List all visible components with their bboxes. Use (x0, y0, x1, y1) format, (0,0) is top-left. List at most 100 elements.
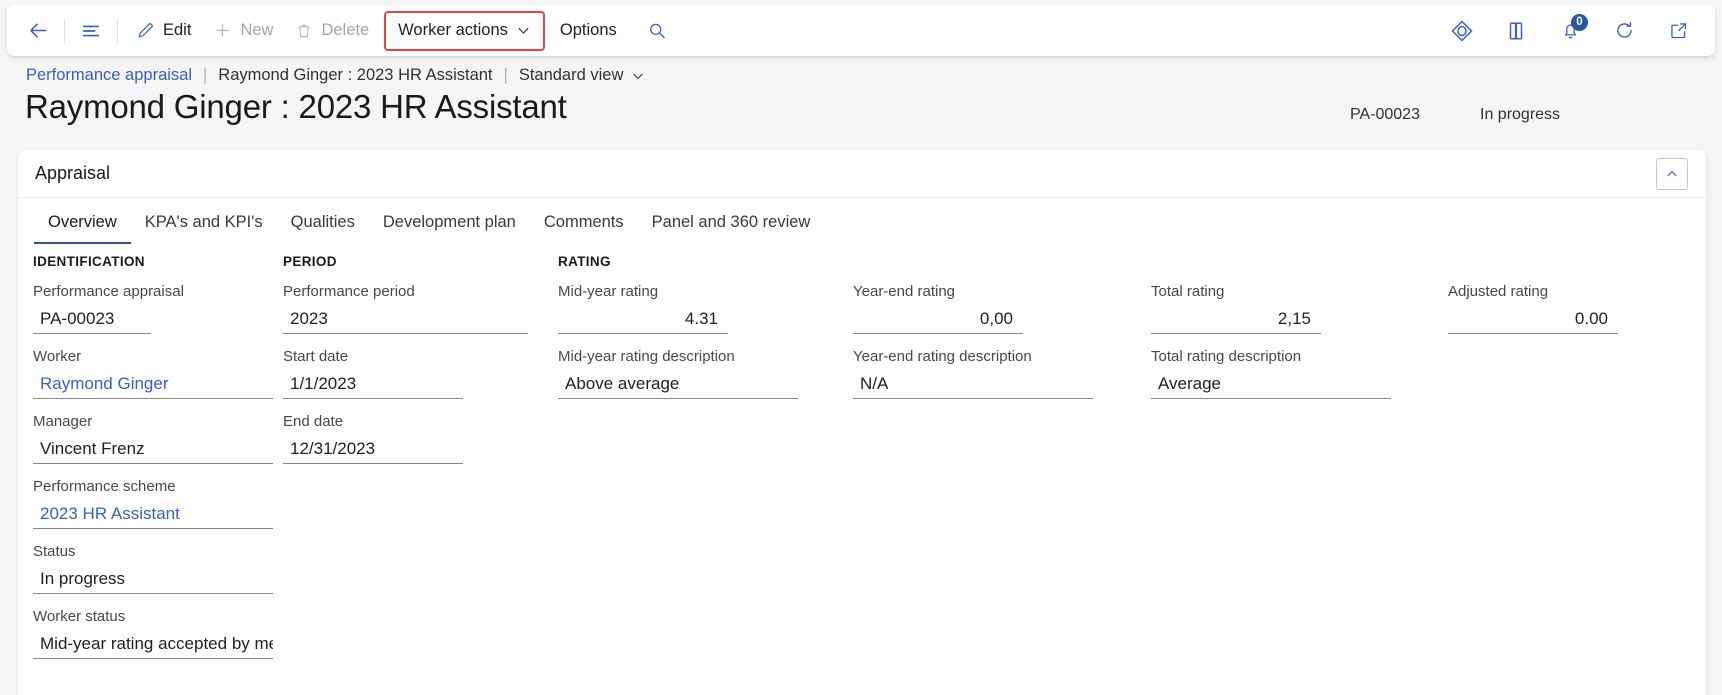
field-mid-year-rating: Mid-year rating 4.31 (558, 283, 728, 334)
delete-button[interactable]: Delete (284, 13, 380, 49)
search-icon (647, 21, 667, 41)
field-total-rating: Total rating 2,15 (1151, 283, 1321, 334)
field-input[interactable]: Raymond Ginger (33, 370, 273, 399)
flow-icon-button[interactable] (1443, 12, 1481, 50)
chevron-up-icon (1665, 167, 1679, 181)
refresh-icon (1614, 20, 1635, 41)
field-label: Performance appraisal (33, 283, 184, 300)
divider (117, 18, 118, 43)
field-input[interactable]: 0.00 (1448, 305, 1618, 334)
office-apps-icon-button[interactable] (1497, 12, 1535, 50)
field-input[interactable]: Average (1151, 370, 1391, 399)
section-heading-rating: RATING (558, 254, 611, 269)
worker-actions-button[interactable]: Worker actions (384, 10, 545, 51)
field-label: Year-end rating description (853, 348, 1032, 365)
breadcrumb-current: Raymond Ginger : 2023 HR Assistant (218, 66, 493, 84)
field-input[interactable]: Above average (558, 370, 798, 399)
header-record-id: PA-00023 (1350, 106, 1420, 123)
field-label: Worker status (33, 608, 126, 625)
command-bar: Edit New Delete Worker actions Options 0 (7, 5, 1715, 56)
tab-bar: Overview KPA's and KPI's Qualities Devel… (18, 198, 1706, 244)
field-label: Performance scheme (33, 478, 176, 495)
notification-count-badge: 0 (1571, 13, 1588, 31)
appraisal-card-header: Appraisal (18, 150, 1706, 198)
field-year-end-rating: Year-end rating 0,00 (853, 283, 1023, 334)
field-label: Mid-year rating (558, 283, 659, 300)
plus-icon (213, 21, 232, 40)
new-button[interactable]: New (202, 13, 284, 49)
collapse-section-button[interactable] (1656, 157, 1688, 190)
tab-development-plan[interactable]: Development plan (369, 213, 530, 244)
field-input[interactable]: 2,15 (1151, 305, 1321, 334)
field-input[interactable]: N/A (853, 370, 1093, 399)
field-end-date: End date 12/31/2023 (283, 413, 463, 464)
back-button[interactable] (19, 12, 57, 50)
tab-qualities[interactable]: Qualities (277, 213, 369, 244)
field-label: Adjusted rating (1448, 283, 1549, 300)
field-input[interactable]: Vincent Frenz (33, 435, 273, 464)
tab-overview[interactable]: Overview (34, 213, 131, 244)
field-adjusted-rating: Adjusted rating 0.00 (1448, 283, 1618, 334)
search-button[interactable] (638, 12, 676, 50)
section-heading-period: PERIOD (283, 254, 337, 269)
office-apps-icon (1505, 20, 1527, 42)
refresh-button[interactable] (1605, 12, 1643, 50)
field-status: Status In progress (33, 543, 273, 594)
field-input[interactable]: In progress (33, 565, 273, 594)
field-input[interactable]: 2023 HR Assistant (33, 500, 273, 529)
options-button[interactable]: Options (549, 13, 628, 49)
field-year-end-rating-description: Year-end rating description N/A (853, 348, 1093, 399)
notifications-button[interactable]: 0 (1551, 12, 1589, 50)
field-input[interactable]: 2023 (283, 305, 528, 334)
open-in-new-window-icon (1668, 20, 1689, 41)
breadcrumb-separator: | (503, 66, 508, 84)
arrow-left-icon (27, 19, 50, 42)
field-label: Manager (33, 413, 93, 430)
divider (64, 18, 65, 43)
field-input[interactable]: 0,00 (853, 305, 1023, 334)
field-performance-period: Performance period 2023 (283, 283, 528, 334)
open-in-new-window-button[interactable] (1659, 12, 1697, 50)
edit-button[interactable]: Edit (125, 13, 202, 49)
worker-actions-label: Worker actions (398, 21, 508, 39)
section-heading-identification: IDENTIFICATION (33, 254, 145, 269)
field-label: Year-end rating (853, 283, 956, 300)
breadcrumb-parent-link[interactable]: Performance appraisal (26, 66, 192, 85)
page-title: Raymond Ginger : 2023 HR Assistant (25, 88, 567, 125)
edit-label: Edit (163, 21, 192, 39)
overview-form: IDENTIFICATION PERIOD RATING Performance… (18, 244, 1706, 659)
breadcrumb: Performance appraisal | Raymond Ginger :… (26, 66, 645, 85)
view-selector[interactable]: Standard view (519, 66, 646, 85)
options-label: Options (559, 21, 617, 39)
field-label: Mid-year rating description (558, 348, 735, 365)
field-input[interactable]: Mid-year rating accepted by me (33, 630, 273, 659)
tab-comments[interactable]: Comments (530, 213, 638, 244)
field-total-rating-description: Total rating description Average (1151, 348, 1391, 399)
tab-kpas-and-kpis[interactable]: KPA's and KPI's (131, 213, 277, 244)
chevron-down-icon (631, 69, 645, 83)
field-input[interactable]: 12/31/2023 (283, 435, 463, 464)
field-label: Total rating (1151, 283, 1225, 300)
header-status: In progress (1480, 106, 1561, 123)
field-label: Performance period (283, 283, 415, 300)
delete-label: Delete (321, 21, 370, 39)
field-start-date: Start date 1/1/2023 (283, 348, 463, 399)
appraisal-card-title: Appraisal (35, 163, 111, 183)
field-performance-scheme: Performance scheme 2023 HR Assistant (33, 478, 273, 529)
tab-panel-and-360-review[interactable]: Panel and 360 review (638, 213, 825, 244)
field-input[interactable]: 4.31 (558, 305, 728, 334)
hamburger-menu-icon (80, 20, 102, 42)
field-input[interactable]: 1/1/2023 (283, 370, 463, 399)
field-label: Total rating description (1151, 348, 1302, 365)
show-navigation-pane-button[interactable] (72, 12, 110, 50)
field-input[interactable]: PA-00023 (33, 305, 151, 334)
new-label: New (240, 21, 274, 39)
appraisal-card: Appraisal Overview KPA's and KPI's Quali… (18, 150, 1706, 695)
field-label: Start date (283, 348, 349, 365)
field-label: Status (33, 543, 76, 560)
flow-icon (1450, 19, 1474, 43)
command-bar-left-group: Edit New Delete Worker actions Options (7, 5, 676, 56)
field-worker-status: Worker status Mid-year rating accepted b… (33, 608, 273, 659)
command-bar-right-group: 0 (1427, 5, 1715, 56)
field-worker: Worker Raymond Ginger (33, 348, 273, 399)
